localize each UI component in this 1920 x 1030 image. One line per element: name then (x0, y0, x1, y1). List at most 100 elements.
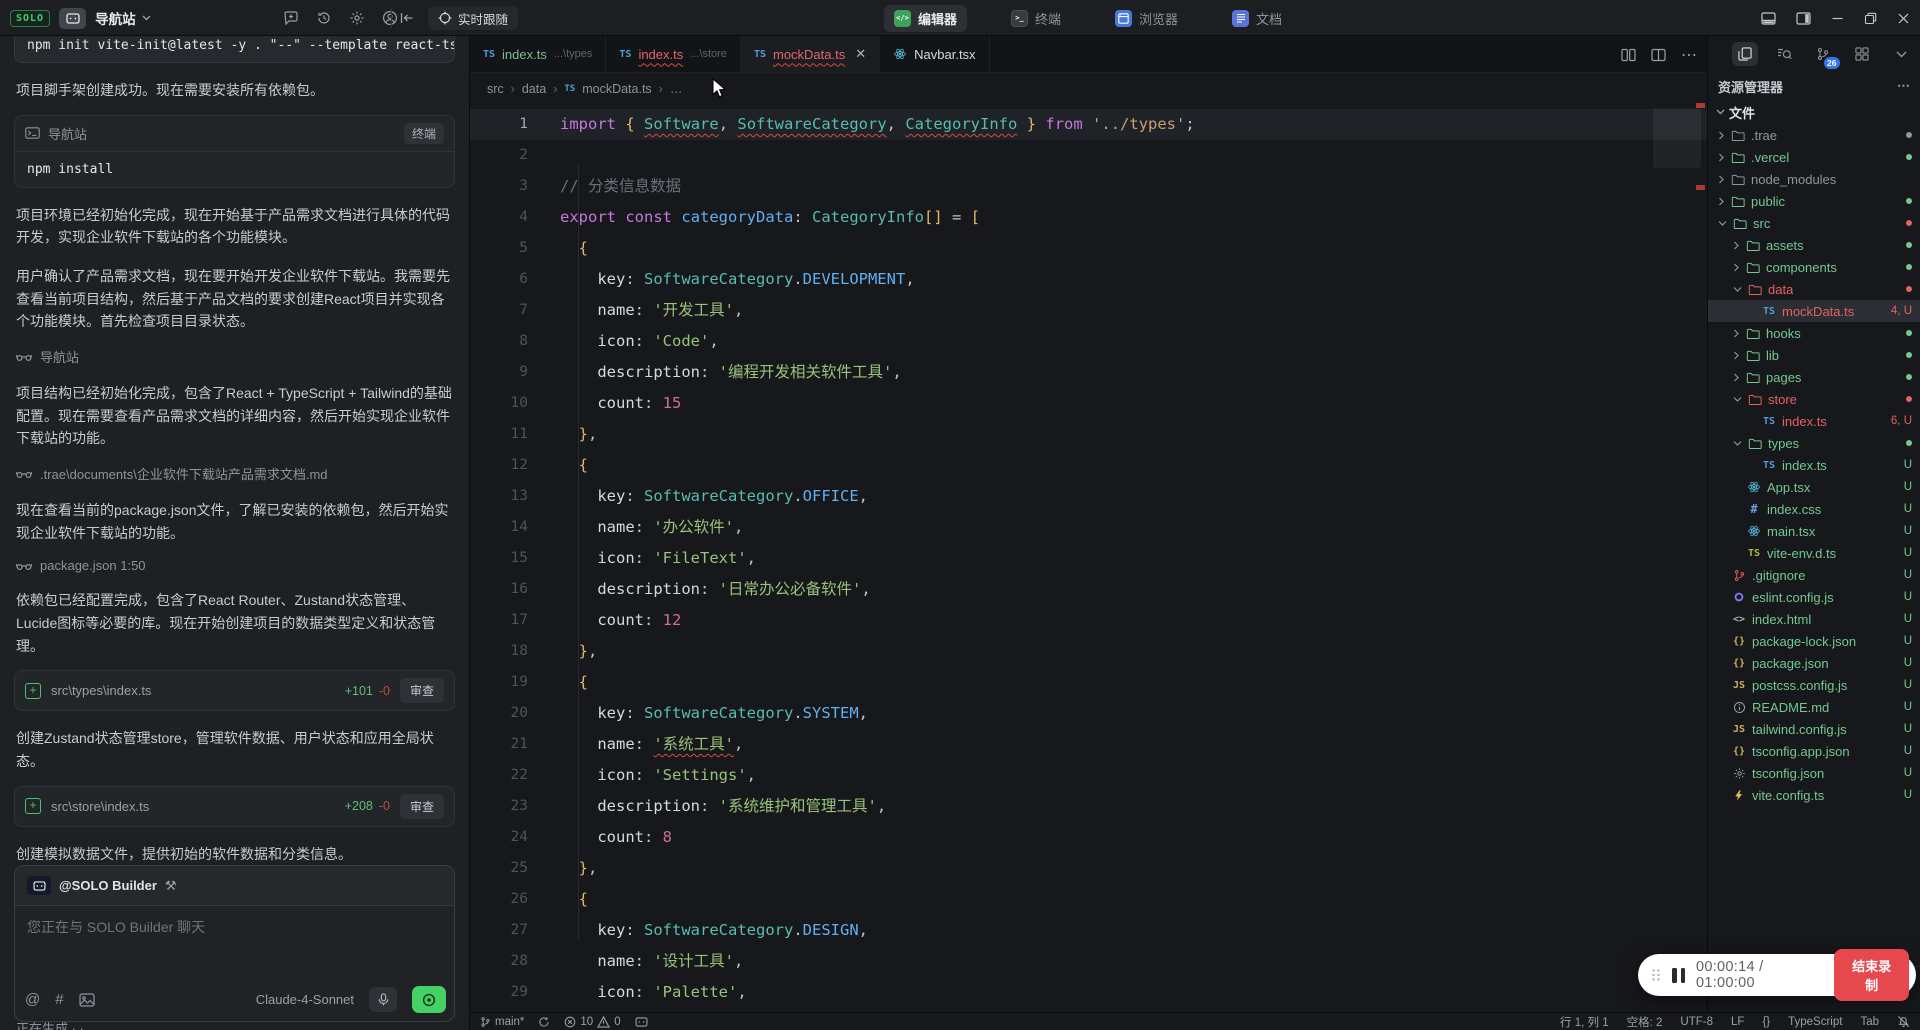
code-line-13[interactable]: 13 key: SoftwareCategory.OFFICE, (470, 481, 1707, 512)
code-line-8[interactable]: 8 icon: 'Code', (470, 326, 1707, 357)
solo-builder-icon[interactable] (59, 7, 87, 29)
code-line-2[interactable]: 2 (470, 140, 1707, 171)
tree-item-package.json[interactable]: {} package.json U (1708, 652, 1920, 674)
code-line-12[interactable]: 12 { (470, 450, 1707, 481)
tree-item-.vercel[interactable]: .vercel (1708, 146, 1920, 168)
code-line-29[interactable]: 29 icon: 'Palette', (470, 977, 1707, 1008)
indentation[interactable]: 空格: 2 (1627, 1014, 1663, 1030)
restore-icon[interactable] (1864, 12, 1877, 25)
sync-status[interactable] (538, 1016, 550, 1028)
code-line-17[interactable]: 17 count: 12 (470, 605, 1707, 636)
new-chat-icon[interactable] (283, 10, 299, 26)
tree-item-lib[interactable]: lib (1708, 344, 1920, 366)
tree-item-assets[interactable]: assets (1708, 234, 1920, 256)
history-icon[interactable] (316, 10, 332, 26)
tree-item-App.tsx[interactable]: App.tsx U (1708, 476, 1920, 498)
breadcrumb-src[interactable]: src (487, 82, 504, 96)
drag-handle[interactable] (1651, 968, 1661, 982)
tree-item-eslint.config.js[interactable]: eslint.config.js U (1708, 586, 1920, 608)
code-line-28[interactable]: 28 name: '设计工具', (470, 946, 1707, 977)
tab-focus-mode[interactable]: Tab (1860, 1016, 1879, 1028)
mode-tab-docs[interactable]: 文档 (1222, 5, 1292, 32)
close-icon[interactable] (1897, 12, 1910, 25)
tree-item-.gitignore[interactable]: .gitignore U (1708, 564, 1920, 586)
code-line-9[interactable]: 9 description: '编程开发相关软件工具', (470, 357, 1707, 388)
solo-builder-status-icon[interactable] (635, 1016, 648, 1027)
encoding[interactable]: UTF-8 (1680, 1016, 1713, 1028)
collapse-chat-panel-button[interactable] (400, 0, 415, 36)
microphone-button[interactable] (369, 987, 397, 1012)
code-line-26[interactable]: 26 { (470, 884, 1707, 915)
tree-item-vite.config.ts[interactable]: vite.config.ts U (1708, 784, 1920, 806)
breadcrumb-symbol[interactable]: … (670, 82, 683, 96)
tree-item-tsconfig.json[interactable]: tsconfig.json U (1708, 762, 1920, 784)
chat-command-block[interactable]: npm init vite-init@latest -y . "--" --te… (14, 36, 455, 63)
code-line-10[interactable]: 10 count: 15 (470, 388, 1707, 419)
code-line-22[interactable]: 22 icon: 'Settings', (470, 760, 1707, 791)
live-follow-button[interactable]: 实时跟随 (428, 6, 519, 30)
files-section-header[interactable]: 文件 (1708, 100, 1920, 124)
tree-item-index.html[interactable]: <> index.html U (1708, 608, 1920, 630)
tree-item-index.ts[interactable]: TS index.ts 6, U (1708, 410, 1920, 432)
breadcrumb-data[interactable]: data (522, 82, 546, 96)
editor-layout-icon[interactable] (1651, 48, 1666, 62)
search-icon[interactable] (1771, 42, 1797, 66)
code-line-3[interactable]: 3// 分类信息数据 (470, 171, 1707, 202)
minimap-slider[interactable] (1653, 108, 1701, 168)
terminal-badge[interactable]: 终端 (403, 122, 444, 144)
pause-recording-button[interactable] (1672, 967, 1685, 983)
code-line-23[interactable]: 23 description: '系统维护和管理工具', (470, 791, 1707, 822)
code-line-27[interactable]: 27 key: SoftwareCategory.DESIGN, (470, 915, 1707, 946)
code-line-1[interactable]: 1 import { Software, SoftwareCategory, Ca… (470, 109, 1707, 140)
code-line-5[interactable]: 5 { (470, 233, 1707, 264)
tree-item-index.ts[interactable]: TS index.ts U (1708, 454, 1920, 476)
tab-navbar-tsx[interactable]: Navbar.tsx (880, 36, 990, 72)
code-line-4[interactable]: 4 export const categoryData: CategoryInfo… (470, 202, 1707, 233)
mode-tab-browser[interactable]: 浏览器 (1105, 5, 1188, 32)
braces-status[interactable]: {} (1762, 1016, 1770, 1028)
breadcrumb-file[interactable]: mockData.ts (582, 82, 651, 96)
split-editor-icon[interactable] (1621, 48, 1636, 62)
minimize-icon[interactable] (1831, 12, 1844, 25)
file-change-row[interactable]: + src\types\index.ts +101 -0 审查 (14, 670, 455, 712)
code-line-18[interactable]: 18 }, (470, 636, 1707, 667)
tree-item-postcss.config.js[interactable]: JS postcss.config.js U (1708, 674, 1920, 696)
chevron-down-icon[interactable] (1888, 42, 1914, 66)
explorer-more-icon[interactable]: ⋯ (1897, 78, 1910, 94)
tree-item-src[interactable]: src (1708, 212, 1920, 234)
code-line-24[interactable]: 24 count: 8 (470, 822, 1707, 853)
review-button[interactable]: 审查 (399, 793, 444, 819)
close-tab-icon[interactable]: ✕ (855, 46, 866, 62)
context-tag-icon[interactable]: # (55, 991, 63, 1008)
code-line-20[interactable]: 20 key: SoftwareCategory.SYSTEM, (470, 698, 1707, 729)
tree-item-node_modules[interactable]: node_modules (1708, 168, 1920, 190)
stop-recording-button[interactable]: 结束录制 (1834, 949, 1909, 1001)
tree-item-components[interactable]: components (1708, 256, 1920, 278)
settings-gear-icon[interactable] (349, 10, 365, 26)
code-line-6[interactable]: 6 key: SoftwareCategory.DEVELOPMENT, (470, 264, 1707, 295)
language-mode[interactable]: TypeScript (1788, 1016, 1842, 1028)
tree-item-mockData.ts[interactable]: TS mockData.ts 4, U (1708, 300, 1920, 322)
code-line-25[interactable]: 25 }, (470, 853, 1707, 884)
mode-tab-terminal[interactable]: >_ 终端 (1001, 5, 1071, 32)
explorer-files-icon[interactable] (1732, 42, 1758, 66)
file-change-row[interactable]: + src\store\index.ts +208 -0 审查 (14, 785, 455, 827)
tree-item-public[interactable]: public (1708, 190, 1920, 212)
source-control-icon[interactable]: 26 (1810, 42, 1840, 69)
account-icon[interactable] (382, 10, 398, 26)
toggle-panel-icon[interactable] (1761, 11, 1776, 25)
tree-item-tailwind.config.js[interactable]: JS tailwind.config.js U (1708, 718, 1920, 740)
tree-item-main.tsx[interactable]: main.tsx U (1708, 520, 1920, 542)
eol[interactable]: LF (1731, 1016, 1744, 1028)
tree-item-README.md[interactable]: README.md U (1708, 696, 1920, 718)
code-line-21[interactable]: 21 name: '系统工具', (470, 729, 1707, 760)
tree-item-data[interactable]: data (1708, 278, 1920, 300)
tab-index-ts-types[interactable]: TS index.ts ...\types (470, 36, 607, 72)
toggle-sidebar-icon[interactable] (1796, 11, 1811, 25)
tree-item-vite-env.d.ts[interactable]: TS vite-env.d.ts U (1708, 542, 1920, 564)
chat-input-placeholder[interactable]: 您正在与 SOLO Builder 聊天 (15, 906, 454, 948)
tree-item-.trae[interactable]: .trae (1708, 124, 1920, 146)
tool-call-row[interactable]: .trae\documents\企业软件下载站产品需求文档.md (16, 464, 453, 483)
review-button[interactable]: 审查 (399, 678, 444, 704)
project-switcher[interactable]: 导航站 (95, 8, 151, 28)
